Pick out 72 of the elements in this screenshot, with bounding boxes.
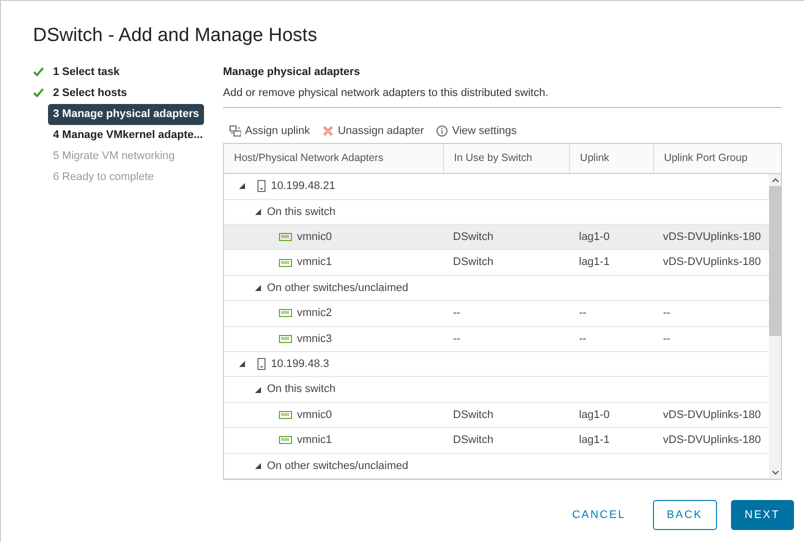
scrollbar[interactable] — [769, 174, 781, 480]
network-card-icon — [279, 334, 292, 344]
table-cell-text: vDS-DVUplinks-180 — [663, 408, 761, 423]
table-cell-text: DSwitch — [453, 255, 494, 270]
dialog-title: DSwitch - Add and Manage Hosts — [33, 25, 318, 48]
table-cell-text: -- — [663, 332, 670, 347]
adapter-name: vmnic0 — [297, 230, 332, 246]
table-cell-text: -- — [453, 306, 460, 322]
table-cell-text: -- — [663, 306, 670, 322]
table-cell-text: vDS-DVUplinks-180 — [663, 255, 761, 270]
table-cell-text: -- — [579, 306, 586, 322]
info-icon — [436, 125, 448, 138]
table-cell-text: vDS-DVUplinks-180 — [663, 433, 761, 448]
server-icon — [257, 358, 266, 370]
network-card-icon — [279, 435, 292, 446]
dialog-button[interactable]: BACK — [652, 500, 717, 530]
table-cell-text: lag1-0 — [579, 408, 610, 423]
adapter-name: On other switches/unclaimed — [267, 458, 408, 474]
adapter-name: On this switch — [267, 204, 336, 220]
adapter-name: vmnic1 — [297, 433, 332, 448]
table-row[interactable]: vmnic0 DSwitch lag1-0 vDS-DVUplinks-180 — [224, 225, 769, 250]
table-cell-text: DSwitch — [453, 230, 494, 246]
expand-icon[interactable] — [254, 284, 262, 292]
table-cell-text: vDS-DVUplinks-180 — [663, 230, 761, 246]
wizard-step[interactable]: 2 Select hosts — [48, 83, 132, 104]
expand-icon[interactable] — [254, 208, 262, 216]
adapter-name: 10.199.48.21 — [271, 179, 336, 194]
page-subtitle: Add or remove physical network adapters to this distributed switch. — [223, 87, 548, 100]
remove-icon — [322, 125, 334, 138]
expand-icon[interactable] — [238, 182, 246, 190]
column-header[interactable]: Host/Physical Network Adapters — [224, 144, 443, 174]
table-row[interactable]: vmnic0 DSwitch lag1-0 vDS-DVUplinks-180 — [224, 402, 769, 428]
expand-icon[interactable] — [254, 462, 262, 470]
network-card-icon — [279, 258, 292, 268]
dialog-button[interactable]: NEXT — [730, 500, 794, 530]
network-card-icon — [279, 308, 292, 318]
expand-icon[interactable] — [254, 386, 262, 394]
wizard-step[interactable]: 1 Select task — [48, 62, 125, 83]
unassign-button[interactable]: Unassign adapter — [322, 122, 424, 140]
table-cell-text: DSwitch — [453, 408, 494, 423]
table-row[interactable]: vmnic3 -- -- -- — [224, 326, 769, 352]
adapter-name: On this switch — [267, 382, 336, 398]
adapter-name: vmnic1 — [297, 255, 332, 270]
scrollbar-thumb[interactable] — [769, 186, 781, 336]
column-header[interactable]: Uplink — [569, 144, 653, 174]
table-cell-text: DSwitch — [453, 433, 494, 448]
column-header[interactable]: In Use by Switch — [443, 144, 569, 174]
table-cell-text: lag1-1 — [579, 433, 610, 448]
wizard-step[interactable]: 3 Manage physical adapters — [48, 104, 204, 125]
info-button[interactable]: View settings — [436, 122, 517, 140]
table-row[interactable]: vmnic1 DSwitch lag1-1 vDS-DVUplinks-180 — [224, 428, 769, 454]
table-row[interactable]: vmnic1 DSwitch lag1-1 vDS-DVUplinks-180 — [224, 250, 769, 276]
table-cell-text: -- — [579, 332, 586, 347]
adapter-name: 10.199.48.3 — [271, 356, 330, 372]
server-icon — [257, 180, 266, 192]
adapter-name: vmnic3 — [297, 332, 332, 347]
table-cell-text: lag1-1 — [579, 255, 610, 270]
table-cell-text: -- — [453, 332, 460, 347]
adapter-name: vmnic2 — [297, 306, 332, 322]
network-card-icon — [279, 410, 292, 420]
adapter-name: vmnic0 — [297, 408, 332, 423]
page-title: Manage physical adapters — [223, 64, 361, 80]
table-cell-text: lag1-0 — [579, 230, 610, 246]
expand-icon[interactable] — [238, 360, 246, 368]
uplink-icon — [229, 125, 241, 138]
wizard-step[interactable]: 4 Manage VMkernel adapte... — [48, 125, 208, 146]
network-card-icon — [279, 232, 292, 242]
table-row[interactable]: vmnic2 -- -- -- — [224, 301, 769, 327]
dialog-button[interactable]: CANCEL — [559, 500, 639, 530]
column-header[interactable]: Uplink Port Group — [653, 144, 769, 174]
assign-button[interactable]: Assign uplink — [229, 122, 310, 140]
adapter-name: On other switches/unclaimed — [267, 280, 408, 296]
